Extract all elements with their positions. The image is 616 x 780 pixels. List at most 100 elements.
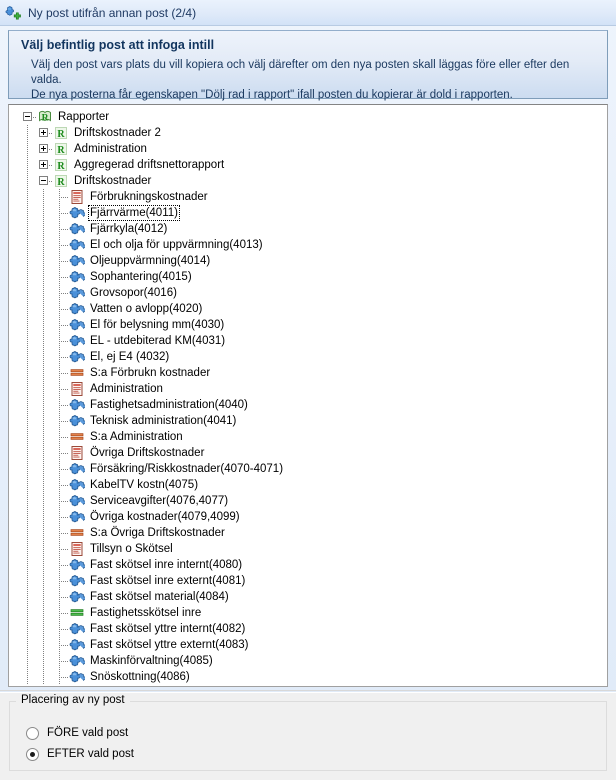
puzzle-icon bbox=[69, 333, 86, 349]
tree-guide-line bbox=[43, 509, 44, 525]
tree-node[interactable]: R Driftskostnader 2 bbox=[15, 125, 607, 141]
instruction-line-2: De nya posterna får egenskapen "Dölj rad… bbox=[31, 89, 513, 101]
tree-node[interactable]: El, ej E4 (4032) bbox=[15, 349, 607, 365]
tree-node-label: Sophantering(4015) bbox=[90, 271, 192, 283]
tree-guide-line bbox=[27, 637, 28, 653]
tree-indent bbox=[15, 477, 69, 493]
tree-guide-line bbox=[59, 429, 60, 445]
radio-option-efter[interactable]: EFTER vald post bbox=[26, 746, 134, 762]
tree-node[interactable]: Övriga Driftskostnader bbox=[15, 445, 607, 461]
expand-icon[interactable] bbox=[39, 160, 48, 169]
tree-node[interactable]: Övriga kostnader(4079,4099) bbox=[15, 509, 607, 525]
tree-node-label: El, ej E4 (4032) bbox=[90, 351, 170, 363]
tree-node-label: Grovsopor(4016) bbox=[90, 287, 177, 299]
tree-indent bbox=[15, 157, 53, 173]
tree-node[interactable]: R Administration bbox=[15, 141, 607, 157]
tree-node[interactable]: Teknisk administration(4041) bbox=[15, 413, 607, 429]
tree-node-label: Serviceavgifter(4076,4077) bbox=[90, 495, 229, 507]
expand-icon[interactable] bbox=[39, 128, 48, 137]
tree-node[interactable]: S:a Övriga Driftskostnader bbox=[15, 525, 607, 541]
tree-node[interactable]: Tillsyn o Skötsel bbox=[15, 541, 607, 557]
tree-indent bbox=[15, 237, 69, 253]
radio-option-fore[interactable]: FÖRE vald post bbox=[26, 725, 128, 741]
tree-node-label: Övriga Driftskostnader bbox=[90, 447, 205, 459]
instruction-body: Välj den post vars plats du vill kopiera… bbox=[21, 58, 595, 103]
tree-guide-line bbox=[59, 269, 60, 285]
tree-guide-line bbox=[27, 429, 28, 445]
tree-guide-line bbox=[43, 541, 44, 557]
tree-node[interactable]: Fast skötsel inre externt(4081) bbox=[15, 573, 607, 589]
tree-guide-line bbox=[43, 333, 44, 349]
collapse-icon[interactable] bbox=[23, 112, 32, 121]
report-icon: R bbox=[53, 157, 69, 173]
instruction-panel: Välj befintlig post att infoga intill Vä… bbox=[8, 30, 608, 101]
tree-node-label: KabelTV kostn(4075) bbox=[90, 479, 199, 491]
tree-elbow bbox=[59, 661, 69, 662]
tree-node-label: Fast skötsel yttre externt(4083) bbox=[90, 639, 249, 651]
tree-node[interactable]: R Aggregerad driftsnettorapport bbox=[15, 157, 607, 173]
tree-node[interactable]: Snöskottning(4086) bbox=[15, 669, 607, 685]
tree-guide-line bbox=[43, 285, 44, 301]
tree-guide-line bbox=[43, 477, 44, 493]
tree-elbow bbox=[59, 597, 69, 598]
tree-elbow bbox=[59, 245, 69, 246]
tree-indent bbox=[15, 541, 69, 557]
report-tree[interactable]: R Rapporter R Driftskostnader 2 R Administrat… bbox=[9, 105, 607, 685]
tree-node[interactable]: Sophantering(4015) bbox=[15, 269, 607, 285]
tree-node[interactable]: Fastighetsadministration(4040) bbox=[15, 397, 607, 413]
tree-node[interactable]: Maskinförvaltning(4085) bbox=[15, 653, 607, 669]
tree-node[interactable]: Förbrukningskostnader bbox=[15, 189, 607, 205]
tree-guide-line bbox=[59, 541, 60, 557]
radio-efter-indicator[interactable] bbox=[26, 747, 39, 761]
tree-node[interactable]: R Driftskostnader bbox=[15, 173, 607, 189]
tree-indent bbox=[15, 589, 69, 605]
tree-node[interactable]: S:a Förbrukn kostnader bbox=[15, 365, 607, 381]
tree-guide-line bbox=[59, 205, 60, 221]
tree-elbow bbox=[59, 485, 69, 486]
tree-node[interactable]: Fast skötsel yttre externt(4083) bbox=[15, 637, 607, 653]
tree-node[interactable]: Administration bbox=[15, 381, 607, 397]
tree-elbow bbox=[59, 533, 69, 534]
radio-fore-label: FÖRE vald post bbox=[47, 727, 129, 739]
tree-guide-line bbox=[27, 285, 28, 301]
report-icon: R bbox=[53, 173, 69, 189]
tree-indent bbox=[15, 637, 69, 653]
tree-node[interactable]: El för belysning mm(4030) bbox=[15, 317, 607, 333]
tree-node-label: Snöskottning(4086) bbox=[90, 671, 190, 683]
expand-icon[interactable] bbox=[39, 144, 48, 153]
tree-guide-line bbox=[59, 189, 60, 205]
tree-guide-line bbox=[27, 365, 28, 381]
tree-node[interactable]: Serviceavgifter(4076,4077) bbox=[15, 493, 607, 509]
radio-fore-indicator[interactable] bbox=[26, 726, 39, 740]
tree-panel[interactable]: R Rapporter R Driftskostnader 2 R Administrat… bbox=[8, 104, 608, 687]
collapse-icon[interactable] bbox=[39, 176, 48, 185]
tree-node[interactable]: Vatten o avlopp(4020) bbox=[15, 301, 607, 317]
tree-node[interactable]: Fjärrvärme(4011) bbox=[15, 205, 607, 221]
tree-guide-line bbox=[59, 589, 60, 605]
tree-node[interactable]: El och olja för uppvärmning(4013) bbox=[15, 237, 607, 253]
tree-indent bbox=[15, 125, 53, 141]
tree-node[interactable]: Grovsopor(4016) bbox=[15, 285, 607, 301]
tree-indent bbox=[15, 173, 53, 189]
doc-icon bbox=[69, 541, 85, 557]
tree-node[interactable]: Oljeuppvärmning(4014) bbox=[15, 253, 607, 269]
tree-node[interactable]: Fast skötsel inre internt(4080) bbox=[15, 557, 607, 573]
tree-node[interactable]: KabelTV kostn(4075) bbox=[15, 477, 607, 493]
tree-elbow bbox=[59, 373, 69, 374]
tree-guide-line bbox=[27, 253, 28, 269]
report-icon: R bbox=[53, 141, 69, 157]
tree-node[interactable]: Fast skötsel material(4084) bbox=[15, 589, 607, 605]
tree-node-label: Fjärrvärme(4011) bbox=[88, 205, 180, 221]
puzzle-icon bbox=[69, 637, 86, 653]
tree-node[interactable]: R Rapporter bbox=[15, 109, 607, 125]
tree-node[interactable]: Fast skötsel yttre internt(4082) bbox=[15, 621, 607, 637]
tree-node-label: Administration bbox=[74, 143, 147, 155]
tree-node[interactable]: S:a Administration bbox=[15, 429, 607, 445]
tree-node[interactable]: Fastighetsskötsel inre bbox=[15, 605, 607, 621]
tree-node[interactable]: Fjärrkyla(4012) bbox=[15, 221, 607, 237]
tree-node[interactable]: Försäkring/Riskkostnader(4070-4071) bbox=[15, 461, 607, 477]
tree-node[interactable]: EL - utdebiterad KM(4031) bbox=[15, 333, 607, 349]
tree-guide-line bbox=[59, 317, 60, 333]
tree-guide-line bbox=[59, 237, 60, 253]
tree-indent bbox=[15, 493, 69, 509]
